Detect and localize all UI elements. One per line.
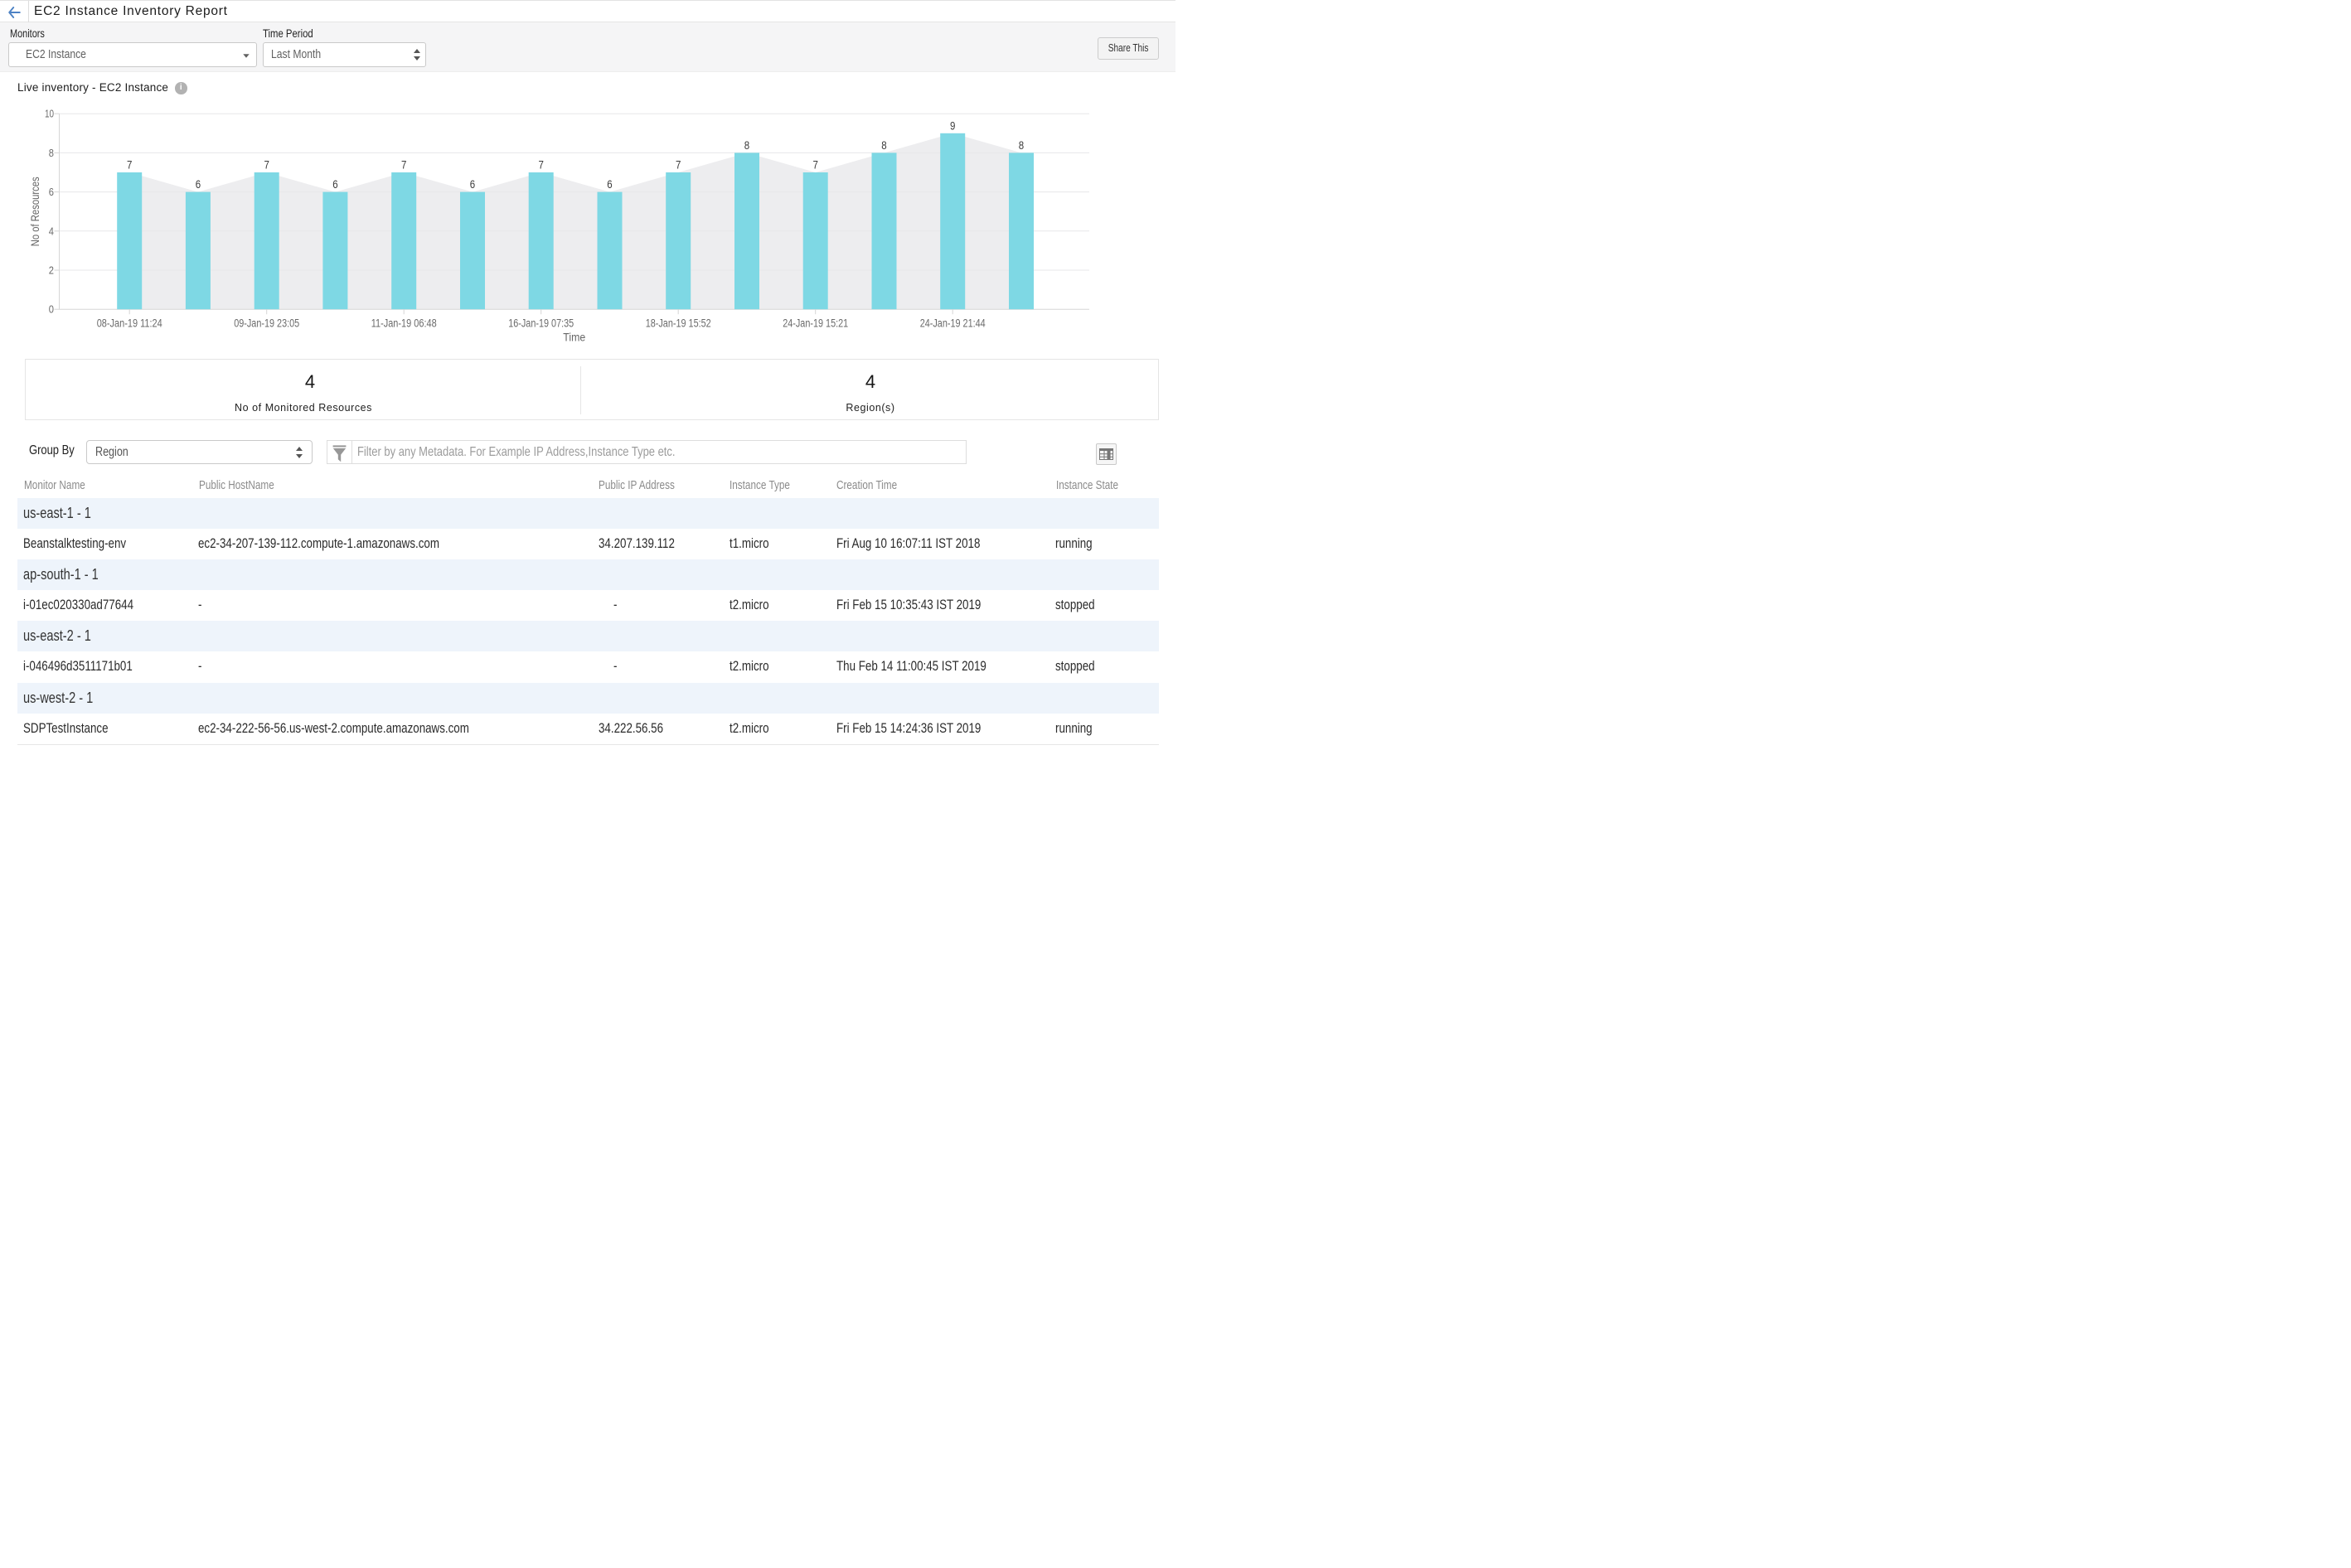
svg-text:6: 6 [332, 178, 337, 191]
svg-text:24-Jan-19 15:21: 24-Jan-19 15:21 [783, 317, 848, 330]
svg-text:2: 2 [49, 264, 54, 277]
svg-text:11-Jan-19 06:48: 11-Jan-19 06:48 [371, 317, 437, 330]
svg-text:8: 8 [49, 147, 54, 159]
svg-text:0: 0 [49, 303, 54, 316]
svg-text:08-Jan-19 11:24: 08-Jan-19 11:24 [97, 317, 162, 330]
svg-text:6: 6 [470, 178, 475, 191]
svg-text:7: 7 [264, 159, 269, 172]
svg-text:6: 6 [49, 186, 54, 198]
svg-text:7: 7 [813, 159, 818, 172]
svg-text:18-Jan-19 15:52: 18-Jan-19 15:52 [646, 317, 711, 330]
svg-text:10: 10 [45, 108, 54, 120]
svg-text:9: 9 [950, 119, 955, 132]
svg-text:6: 6 [196, 178, 201, 191]
svg-text:Time: Time [563, 332, 585, 344]
svg-text:No of Resources: No of Resources [28, 177, 41, 246]
svg-text:8: 8 [744, 139, 749, 152]
svg-text:09-Jan-19 23:05: 09-Jan-19 23:05 [234, 317, 299, 330]
svg-text:4: 4 [49, 225, 54, 237]
svg-text:7: 7 [676, 159, 681, 172]
svg-text:7: 7 [539, 159, 544, 172]
svg-text:16-Jan-19 07:35: 16-Jan-19 07:35 [508, 317, 574, 330]
svg-text:24-Jan-19 21:44: 24-Jan-19 21:44 [920, 317, 986, 330]
svg-text:8: 8 [1019, 139, 1024, 152]
svg-text:6: 6 [607, 178, 612, 191]
svg-text:8: 8 [881, 139, 886, 152]
svg-text:7: 7 [127, 159, 132, 172]
svg-text:7: 7 [401, 159, 406, 172]
